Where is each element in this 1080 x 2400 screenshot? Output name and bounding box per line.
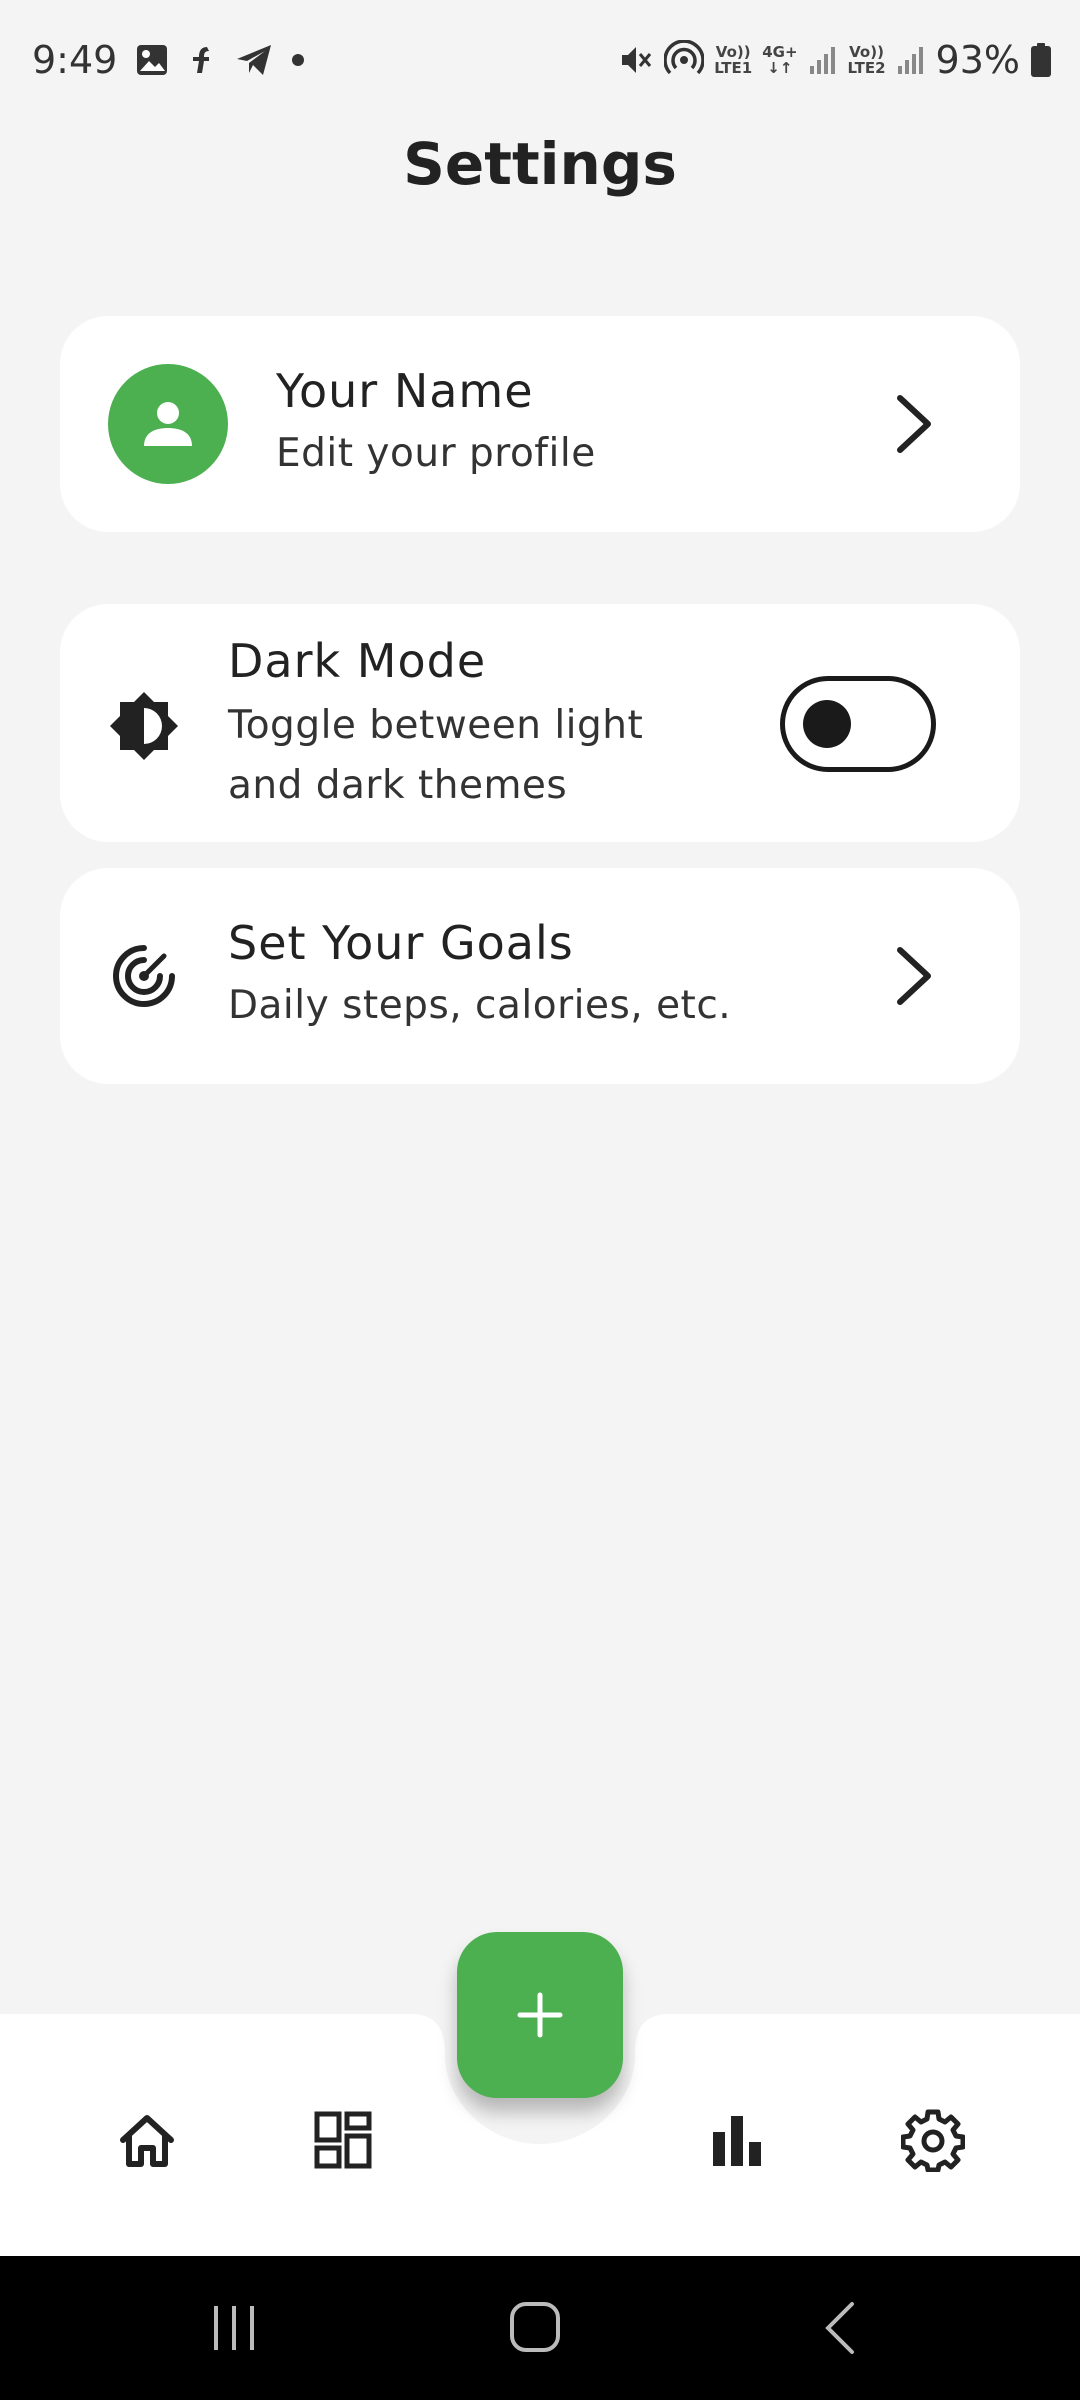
battery-icon — [1030, 42, 1052, 78]
dark-mode-card: Dark Mode Toggle between light and dark … — [60, 604, 1020, 842]
target-icon — [113, 945, 175, 1007]
lte1-bottom-label: LTE1 — [714, 59, 753, 77]
nav-dashboard[interactable] — [308, 2105, 378, 2175]
lte2-bottom-label: LTE2 — [847, 59, 886, 77]
lte1-indicator: Vo)) LTE1 — [714, 44, 752, 76]
back-icon — [825, 2302, 854, 2354]
goals-card[interactable]: Set Your Goals Daily steps, calories, et… — [60, 868, 1020, 1084]
dark-mode-title: Dark Mode — [228, 634, 487, 688]
avatar — [108, 364, 228, 484]
profile-name: Your Name — [276, 364, 534, 418]
hotspot-icon — [664, 40, 705, 80]
nav-home[interactable] — [112, 2105, 182, 2175]
status-time: 9:49 — [32, 38, 118, 82]
nav-stats[interactable] — [702, 2105, 772, 2175]
goals-subtitle: Daily steps, calories, etc. — [228, 983, 732, 1028]
telegram-icon — [235, 43, 273, 77]
status-left: 9:49 — [32, 30, 305, 90]
stats-icon — [713, 2116, 761, 2166]
chevron-right-icon — [897, 395, 931, 453]
toggle-knob — [803, 700, 851, 748]
more-notifications-dot-icon — [291, 53, 305, 67]
back-button[interactable] — [816, 2296, 864, 2360]
goals-title: Set Your Goals — [228, 916, 574, 970]
settings-icon — [901, 2109, 965, 2172]
data-arrows-icon: ↓↑ — [767, 59, 793, 77]
home-icon — [120, 2115, 174, 2167]
recent-apps-icon — [214, 2306, 254, 2350]
dashboard-icon — [314, 2111, 372, 2169]
app-notification-icon — [187, 43, 217, 77]
brightness-icon — [110, 692, 178, 760]
signal-icon-1 — [808, 44, 838, 76]
gallery-icon — [135, 43, 169, 77]
battery-percentage: 93% — [935, 38, 1020, 82]
dark-mode-subtitle-line2: and dark themes — [228, 763, 568, 808]
system-navigation-bar — [0, 2256, 1080, 2400]
signal-icon-2 — [896, 44, 926, 76]
status-right: Vo)) LTE1 4G+ ↓↑ Vo)) LTE2 93% — [618, 30, 1052, 90]
nav-settings[interactable] — [898, 2105, 968, 2175]
home-system-button[interactable] — [506, 2296, 566, 2360]
screen: 9:49 Vo)) LTE1 4G+ ↓↑ Vo)) LTE2 93% Sett… — [0, 0, 1080, 2400]
recent-apps-button[interactable] — [206, 2296, 262, 2360]
mute-icon — [618, 43, 654, 77]
status-bar: 9:49 Vo)) LTE1 4G+ ↓↑ Vo)) LTE2 93% — [0, 0, 1080, 120]
chevron-right-icon — [897, 947, 931, 1005]
lte2-indicator: Vo)) LTE2 — [848, 44, 886, 76]
dark-mode-toggle[interactable] — [780, 676, 936, 772]
profile-subtitle: Edit your profile — [276, 431, 596, 476]
dark-mode-subtitle-line1: Toggle between light — [228, 703, 644, 748]
profile-card[interactable]: Your Name Edit your profile — [60, 316, 1020, 532]
network-4g-indicator: 4G+ ↓↑ — [762, 44, 797, 76]
person-icon — [144, 402, 192, 446]
page-title: Settings — [403, 130, 677, 198]
add-button[interactable] — [457, 1932, 623, 2098]
plus-icon — [517, 1992, 563, 2038]
home-system-icon — [510, 2302, 560, 2352]
